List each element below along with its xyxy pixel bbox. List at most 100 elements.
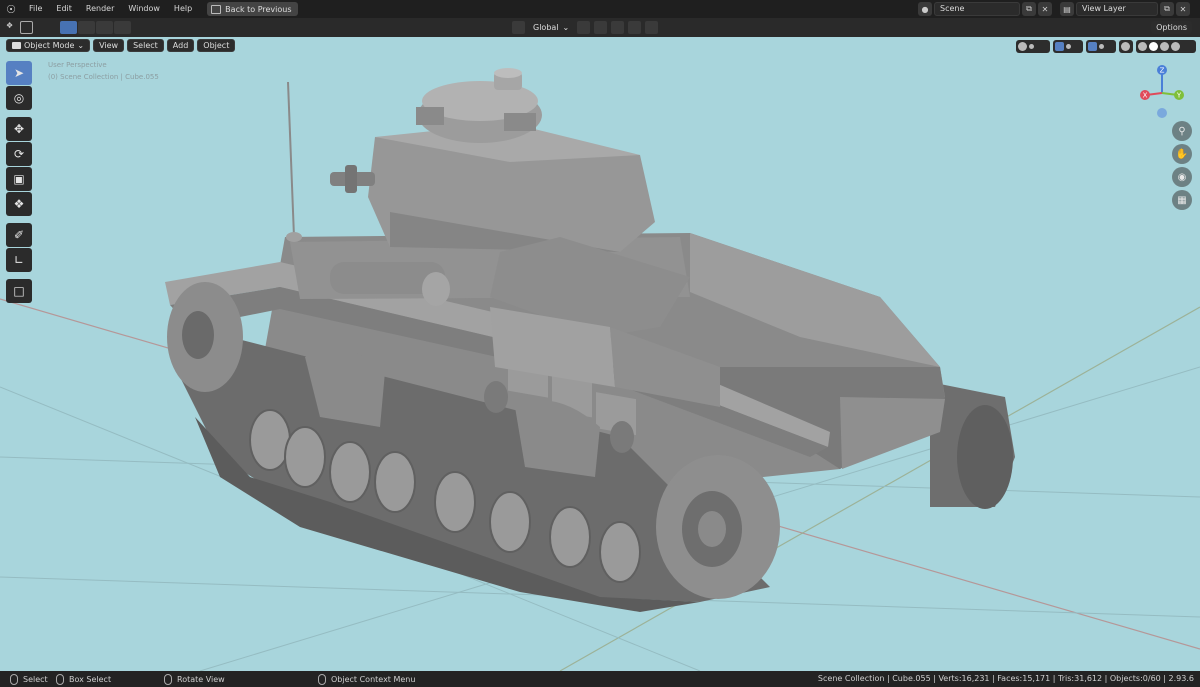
status-context-menu-label: Object Context Menu (331, 675, 416, 684)
status-box-select: Box Select (56, 674, 111, 685)
material-shading-icon[interactable] (1160, 42, 1169, 51)
chevron-down-icon: ⌄ (77, 41, 85, 50)
status-select-label: Select (23, 675, 48, 684)
annotate-icon[interactable]: ✐ (6, 223, 32, 247)
active-tool-icon (20, 21, 33, 34)
select-box-icon[interactable]: ➤ (6, 61, 32, 85)
transform-icon[interactable]: ❖ (6, 192, 32, 216)
add-cube-icon[interactable]: □ (6, 279, 32, 303)
status-rotate-view: Rotate View (164, 674, 225, 685)
select-menu[interactable]: Select (127, 39, 164, 52)
chevron-down-icon (1066, 44, 1071, 49)
snap-target-icon[interactable] (611, 21, 625, 34)
overlay-toggle[interactable] (1086, 40, 1116, 53)
view-layer-selector: ▤ View Layer ⧉ ✕ (1060, 2, 1190, 16)
shading-mode-buttons[interactable] (1136, 40, 1196, 53)
left-toolbar: ➤ ◎ ✥ ⟳ ▣ ❖ ✐ ∟ □ (6, 61, 34, 303)
select-invert-button[interactable] (114, 21, 131, 34)
pivot-point-icon[interactable] (577, 21, 591, 34)
view-menu[interactable]: View (93, 39, 125, 52)
transform-orientation-label: Global (533, 23, 559, 32)
menu-edit[interactable]: Edit (49, 0, 79, 18)
top-menu-bar: ☉ File Edit Render Window Help Back to P… (0, 0, 1200, 18)
editor-type-icon: ❖ (6, 21, 14, 30)
chevron-down-icon (1029, 44, 1034, 49)
solid-shading-icon[interactable] (1149, 42, 1158, 51)
transform-settings: Global ⌄ (512, 21, 659, 34)
mouse-drag-icon (56, 674, 64, 685)
menu-help[interactable]: Help (167, 0, 199, 18)
xray-icon (1121, 42, 1130, 51)
rendered-shading-icon[interactable] (1171, 42, 1180, 51)
select-new-button[interactable] (60, 21, 77, 34)
visibility-dropdown[interactable] (1016, 40, 1050, 53)
falloff-icon[interactable] (645, 21, 659, 34)
blender-logo-icon[interactable]: ☉ (0, 0, 22, 18)
scene-icon[interactable]: ● (918, 2, 932, 16)
mouse-left-icon (10, 674, 18, 685)
gizmo-z-label: Z (1160, 67, 1165, 75)
new-scene-icon[interactable]: ⧉ (1022, 2, 1036, 16)
zoom-icon[interactable]: ⚲ (1172, 121, 1192, 141)
status-bar: Select Box Select Rotate View Object Con… (0, 671, 1200, 687)
measure-icon[interactable]: ∟ (6, 248, 32, 272)
view-layer-icon[interactable]: ▤ (1060, 2, 1074, 16)
status-select: Select (10, 674, 48, 685)
object-mode-dropdown[interactable]: Object Mode ⌄ (6, 39, 91, 52)
mouse-middle-icon (164, 674, 172, 685)
status-context-menu: Object Context Menu (318, 674, 415, 685)
move-icon[interactable]: ✥ (6, 117, 32, 141)
menu-window[interactable]: Window (121, 0, 167, 18)
select-extend-button[interactable] (78, 21, 95, 34)
object-menu[interactable]: Object (197, 39, 236, 52)
delete-scene-icon[interactable]: ✕ (1038, 2, 1052, 16)
gizmo-toggle[interactable] (1053, 40, 1083, 53)
wireframe-shading-icon[interactable] (1138, 42, 1147, 51)
cursor-icon[interactable]: ◎ (6, 86, 32, 110)
gizmo-y-label: Y (1176, 92, 1182, 100)
gizmo-x-label: X (1143, 92, 1148, 100)
select-subtract-button[interactable] (96, 21, 113, 34)
chevron-down-icon (1099, 44, 1104, 49)
scene-name-field[interactable]: Scene (934, 2, 1020, 16)
selection-mode-buttons (60, 21, 131, 34)
mouse-right-icon (318, 674, 326, 685)
object-mode-label: Object Mode (24, 41, 75, 50)
orientation-icon (512, 21, 525, 34)
object-mode-icon (12, 42, 21, 49)
delete-view-layer-icon[interactable]: ✕ (1176, 2, 1190, 16)
status-rotate-view-label: Rotate View (177, 675, 225, 684)
viewport-collection-label: (0) Scene Collection | Cube.055 (48, 73, 159, 81)
viewport-header: Object Mode ⌄ View Select Add Object (6, 39, 236, 52)
proportional-edit-icon[interactable] (628, 21, 642, 34)
options-dropdown[interactable]: Options (1151, 21, 1192, 34)
add-menu[interactable]: Add (166, 39, 195, 52)
xray-toggle[interactable] (1119, 40, 1133, 53)
status-box-select-label: Box Select (69, 675, 112, 684)
camera-view-icon[interactable]: ◉ (1172, 167, 1192, 187)
viewport-perspective-label: User Perspective (48, 61, 107, 69)
eye-icon (1018, 42, 1027, 51)
scale-icon[interactable]: ▣ (6, 167, 32, 191)
3d-viewport[interactable]: User Perspective (0) Scene Collection | … (0, 37, 1200, 671)
menu-file[interactable]: File (22, 0, 49, 18)
rotate-icon[interactable]: ⟳ (6, 142, 32, 166)
pan-hand-icon[interactable]: ✋ (1172, 144, 1192, 164)
tool-header: ❖ Global ⌄ Options (0, 18, 1200, 37)
navigation-gizmo[interactable]: Z X Y (1138, 63, 1186, 121)
scene-statistics: Scene Collection | Cube.055 | Verts:16,2… (817, 674, 1194, 683)
transform-orientation-dropdown[interactable]: Global ⌄ (529, 21, 573, 34)
back-to-previous-label: Back to Previous (225, 4, 292, 14)
menu-render[interactable]: Render (79, 0, 121, 18)
gizmo-icon (1055, 42, 1064, 51)
back-to-previous-button[interactable]: Back to Previous (207, 2, 298, 16)
snap-icon[interactable] (594, 21, 608, 34)
editor-type-selector[interactable]: ❖ (6, 21, 34, 34)
perspective-toggle-icon[interactable]: ▦ (1172, 190, 1192, 210)
chevron-down-icon: ⌄ (562, 23, 570, 32)
scene-selector: ● Scene ⧉ ✕ (918, 2, 1052, 16)
view-layer-name-field[interactable]: View Layer (1076, 2, 1158, 16)
viewport-shading-controls (1016, 40, 1196, 53)
tank-model[interactable] (0, 37, 1200, 671)
new-view-layer-icon[interactable]: ⧉ (1160, 2, 1174, 16)
